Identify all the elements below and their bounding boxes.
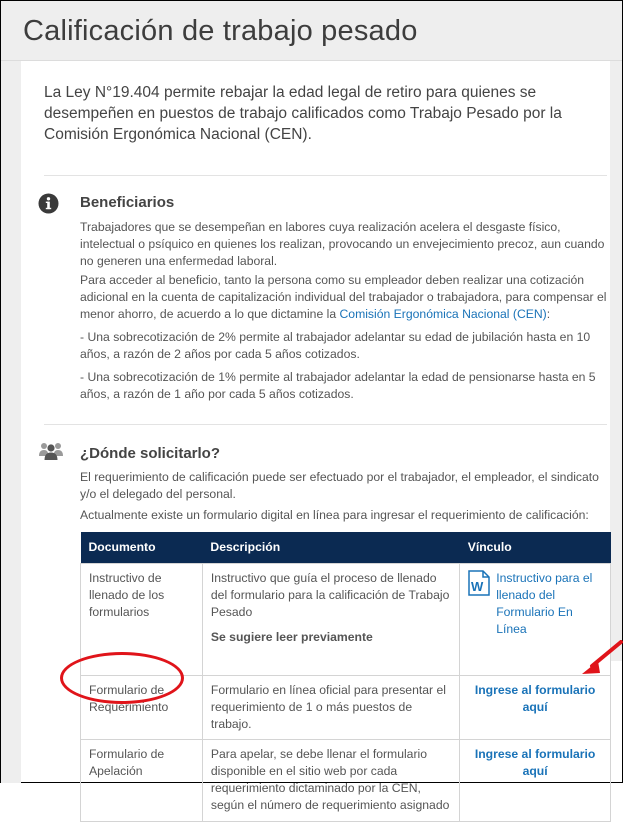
formulario-apelacion-link[interactable]: Ingrese al formulario aquí [459, 739, 611, 822]
beneficiarios-paragraph-4: - Una sobrecotización de 1% permite al t… [80, 370, 596, 401]
descripcion-cell: Instructivo que guía el proceso de llena… [201, 563, 461, 676]
page-header: Calificación de trabajo pesado [1, 1, 622, 61]
column-header: Documento [80, 532, 203, 564]
descripcion-text: Instructivo que guía el proceso de llena… [210, 571, 450, 619]
left-margin [1, 61, 21, 783]
beneficiarios-paragraph-1: Trabajadores que se desempeñan en labore… [80, 220, 605, 268]
svg-text:W: W [471, 579, 484, 594]
descripcion-cell: Formulario en línea oficial para present… [201, 675, 461, 740]
word-doc-icon: W [468, 570, 490, 596]
info-icon [38, 193, 59, 214]
divider [44, 175, 607, 176]
donde-paragraph-1: El requerimiento de calificación puede s… [80, 470, 599, 501]
beneficiarios-paragraph-2: Para acceder al beneficio, tanto la pers… [80, 272, 612, 323]
cen-link[interactable]: Comisión Ergonómica Nacional (CEN) [339, 307, 546, 321]
formulario-requerimiento-link[interactable]: Ingrese al formulario aquí [459, 675, 611, 740]
intro-text: La Ley N°19.404 permite rebajar la edad … [44, 84, 562, 143]
red-circle-annotation [60, 652, 184, 704]
instructivo-link-label[interactable]: Instructivo para el llenado del Formular… [496, 570, 602, 638]
people-icon [39, 443, 63, 460]
beneficiarios-title: Beneficiarios [80, 194, 175, 211]
instructivo-link[interactable]: W Instructivo para el llenado del Formul… [468, 570, 602, 638]
donde-title: ¿Dónde solicitarlo? [80, 445, 221, 462]
page-title: Calificación de trabajo pesado [23, 15, 418, 47]
red-arrow-annotation [582, 640, 623, 674]
nota-text: Se sugiere leer previamente [210, 630, 373, 644]
table-row: Formulario de Apelación Para apelar, se … [80, 739, 611, 822]
column-header: Vínculo [459, 532, 611, 564]
documento-cell: Formulario de Apelación [80, 739, 203, 822]
beneficiarios-paragraph-3: - Una sobrecotización de 2% permite al t… [80, 330, 591, 361]
divider [44, 424, 607, 425]
beneficiarios-paragraph-2-end: : [546, 307, 551, 321]
table-header-row: Documento Descripción Vínculo [80, 532, 611, 564]
descripcion-cell: Para apelar, se debe llenar el formulari… [201, 739, 461, 822]
column-header: Descripción [202, 532, 460, 564]
donde-paragraph-2: Actualmente existe un formulario digital… [80, 508, 589, 522]
